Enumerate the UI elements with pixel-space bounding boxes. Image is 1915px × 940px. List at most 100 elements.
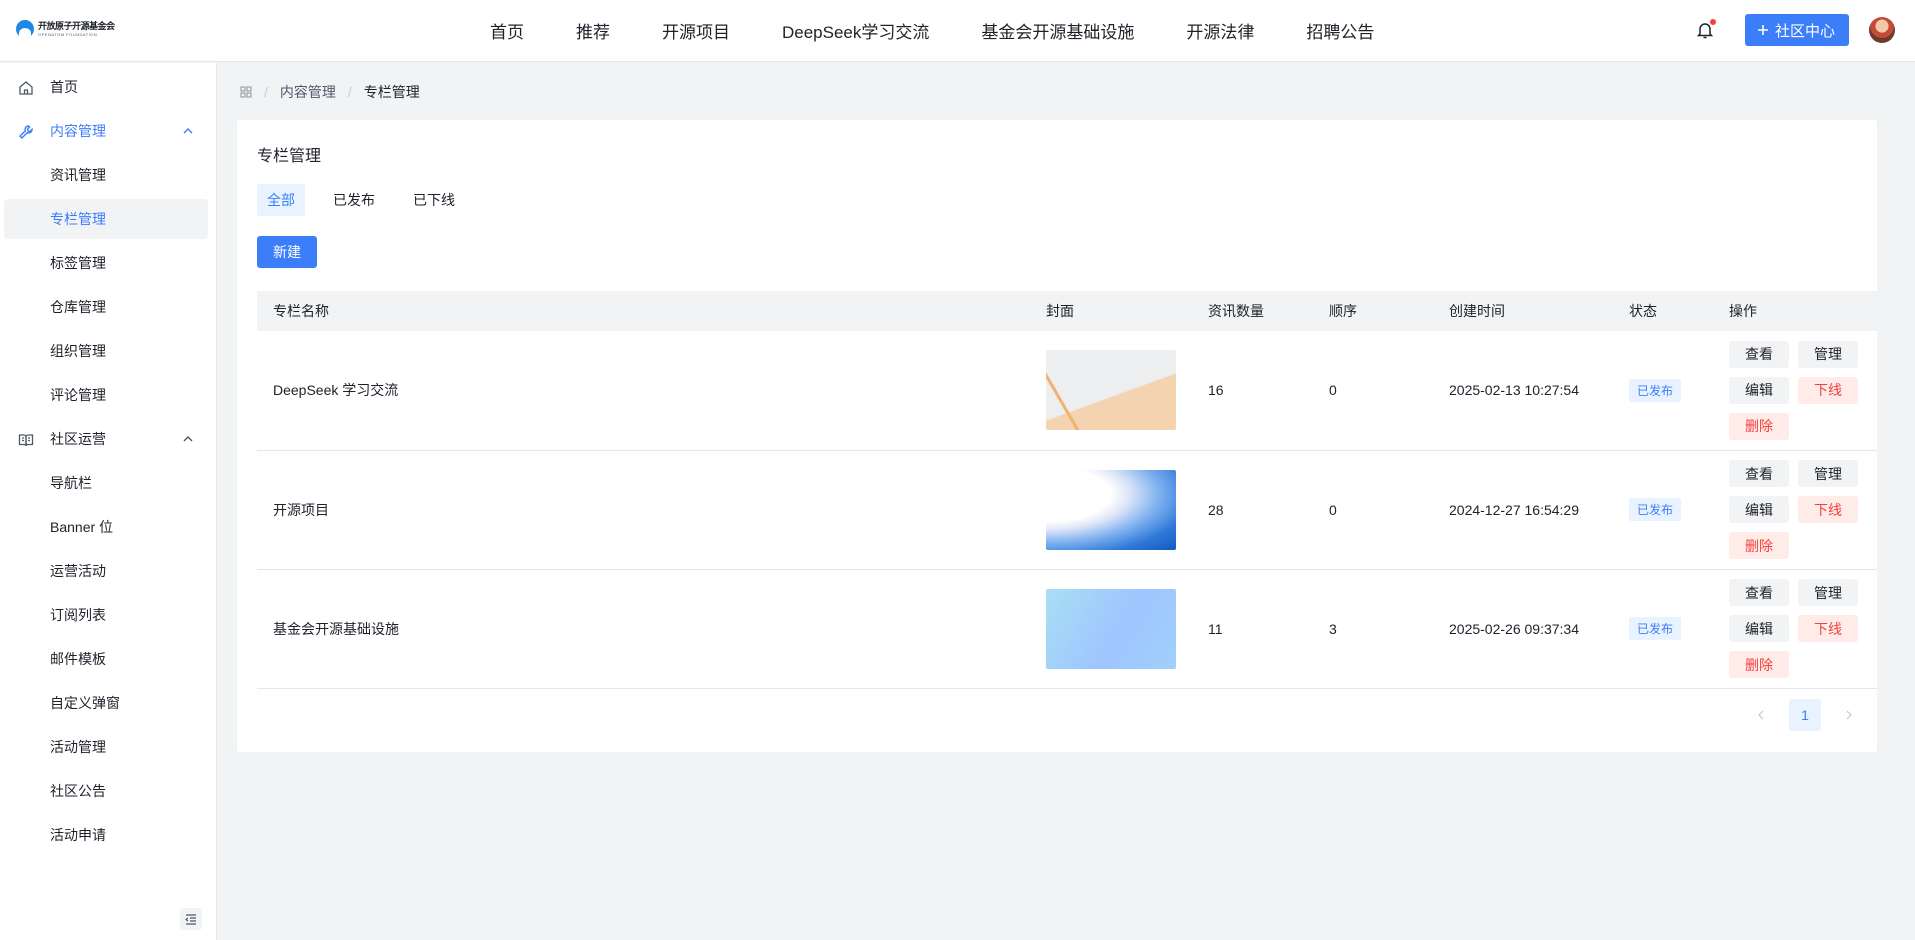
columns-table: 专栏名称 封面 资讯数量 顺序 创建时间 状态 操作 DeepSeek 学习交流… [257,291,1877,689]
row-actions: 查看 管理 编辑 下线 删除 [1729,460,1859,559]
collapse-sidebar-icon[interactable] [180,908,202,930]
offline-button[interactable]: 下线 [1798,376,1858,404]
edit-button[interactable]: 编辑 [1729,376,1789,404]
avatar[interactable] [1869,17,1895,43]
sidebar-item-tags[interactable]: 标签管理 [4,243,208,283]
news-count: 28 [1208,501,1224,518]
manage-button[interactable]: 管理 [1798,340,1858,368]
header-count: 资讯数量 [1208,303,1264,319]
row-actions: 查看 管理 编辑 下线 删除 [1729,579,1859,678]
sidebar-item-news[interactable]: 资讯管理 [4,155,208,195]
nav-projects[interactable]: 开源项目 [662,18,730,43]
logo-text-en: OPENATOM FOUNDATION [38,31,98,37]
sidebar-group-community[interactable]: 社区运营 [4,419,208,459]
manage-button[interactable]: 管理 [1798,460,1858,487]
content-card: 专栏管理 全部 已发布 已下线 新建 专栏名称 封面 资讯数量 顺序 创建时间 … [237,120,1877,752]
header-name: 专栏名称 [273,303,329,319]
header-actions: 操作 [1729,303,1757,319]
sidebar-item-home[interactable]: 首页 [4,67,208,107]
nav-infrastructure[interactable]: 基金会开源基础设施 [981,18,1134,43]
table-header: 专栏名称 封面 资讯数量 顺序 创建时间 状态 操作 [257,291,1877,331]
logo[interactable]: 开放原子开源基金会 OPENATOM FOUNDATION [16,20,115,38]
prev-page-icon[interactable] [1749,699,1773,731]
header-order: 顺序 [1329,303,1357,319]
pagination: 1 [1749,699,1861,731]
created-time: 2024-12-27 16:54:29 [1449,501,1579,518]
top-header: 开放原子开源基金会 OPENATOM FOUNDATION 首页 推荐 开源项目… [0,0,1915,62]
tab-all[interactable]: 全部 [257,184,305,216]
delete-button[interactable]: 删除 [1729,651,1789,678]
top-nav: 首页 推荐 开源项目 DeepSeek学习交流 基金会开源基础设施 开源法律 招… [490,0,1426,60]
tab-offline[interactable]: 已下线 [403,184,465,216]
notification-dot [1709,19,1716,25]
sidebar-item-events[interactable]: 活动管理 [4,727,208,767]
sidebar-item-popups[interactable]: 自定义弹窗 [4,683,208,723]
table-row: 基金会开源基础设施 11 3 2025-02-26 09:37:34 已发布 查… [257,569,1877,688]
sidebar-item-orgs[interactable]: 组织管理 [4,331,208,371]
breadcrumb-content[interactable]: 内容管理 [280,82,336,102]
sort-order: 0 [1329,501,1337,518]
table-row: DeepSeek 学习交流 16 0 2025-02-13 10:27:54 已… [257,331,1877,450]
sidebar-item-event-applications[interactable]: 活动申请 [4,815,208,855]
created-time: 2025-02-13 10:27:54 [1449,382,1579,399]
header-created: 创建时间 [1449,303,1505,319]
table-row: 开源项目 28 0 2024-12-27 16:54:29 已发布 查看 管理 … [257,450,1877,569]
cover-image [1046,588,1176,669]
view-button[interactable]: 查看 [1729,579,1789,606]
sidebar-item-columns[interactable]: 专栏管理 [4,199,208,239]
edit-button[interactable]: 编辑 [1729,615,1789,642]
row-actions: 查看 管理 编辑 下线 删除 [1729,340,1859,440]
nav-home[interactable]: 首页 [490,18,524,43]
view-button[interactable]: 查看 [1729,340,1789,368]
status-badge: 已发布 [1629,498,1682,521]
apps-icon[interactable] [240,86,252,98]
header-status: 状态 [1629,303,1657,319]
sidebar: 首页 内容管理 资讯管理 专栏管理 标签管理 仓库管理 组织管理 评论管理 社区… [0,63,217,940]
tab-published[interactable]: 已发布 [323,184,385,216]
header-cover: 封面 [1046,303,1074,319]
sidebar-item-email-templates[interactable]: 邮件模板 [4,639,208,679]
breadcrumb: / 内容管理 / 专栏管理 [240,82,420,102]
wrench-icon [19,125,33,139]
chevron-up-icon [183,128,193,134]
plus-icon [1757,25,1768,35]
status-badge: 已发布 [1629,378,1682,402]
sidebar-item-announcements[interactable]: 社区公告 [4,771,208,811]
created-time: 2025-02-26 09:37:34 [1449,620,1579,637]
logo-mark [16,20,34,38]
status-tabs: 全部 已发布 已下线 [257,184,483,216]
manage-button[interactable]: 管理 [1798,579,1858,606]
community-center-button[interactable]: 社区中心 [1744,14,1849,46]
book-icon [18,434,34,447]
delete-button[interactable]: 删除 [1729,412,1789,440]
delete-button[interactable]: 删除 [1729,532,1789,559]
sidebar-item-subscriptions[interactable]: 订阅列表 [4,595,208,635]
nav-jobs[interactable]: 招聘公告 [1306,18,1374,43]
edit-button[interactable]: 编辑 [1729,496,1789,523]
offline-button[interactable]: 下线 [1798,615,1858,642]
home-icon [19,81,33,95]
sidebar-group-content[interactable]: 内容管理 [4,111,208,151]
next-page-icon[interactable] [1837,699,1861,731]
nav-legal[interactable]: 开源法律 [1186,18,1254,43]
status-badge: 已发布 [1629,617,1682,640]
nav-recommend[interactable]: 推荐 [576,18,610,43]
column-name: 开源项目 [273,501,329,518]
new-button[interactable]: 新建 [257,236,317,268]
logo-text-cn: 开放原子开源基金会 [38,20,115,31]
sidebar-item-operations[interactable]: 运营活动 [4,551,208,591]
offline-button[interactable]: 下线 [1798,496,1858,523]
sidebar-item-banner[interactable]: Banner 位 [4,507,208,547]
sidebar-item-comments[interactable]: 评论管理 [4,375,208,415]
nav-deepseek[interactable]: DeepSeek学习交流 [782,18,929,43]
cover-image [1046,350,1176,431]
sidebar-item-repos[interactable]: 仓库管理 [4,287,208,327]
breadcrumb-current: 专栏管理 [363,84,420,100]
news-count: 11 [1208,620,1223,637]
column-name: 基金会开源基础设施 [273,620,399,637]
sort-order: 0 [1329,382,1337,399]
sidebar-item-navbar[interactable]: 导航栏 [4,463,208,503]
view-button[interactable]: 查看 [1729,460,1789,487]
page-number[interactable]: 1 [1789,699,1821,731]
notification-bell-icon[interactable] [1695,19,1716,40]
